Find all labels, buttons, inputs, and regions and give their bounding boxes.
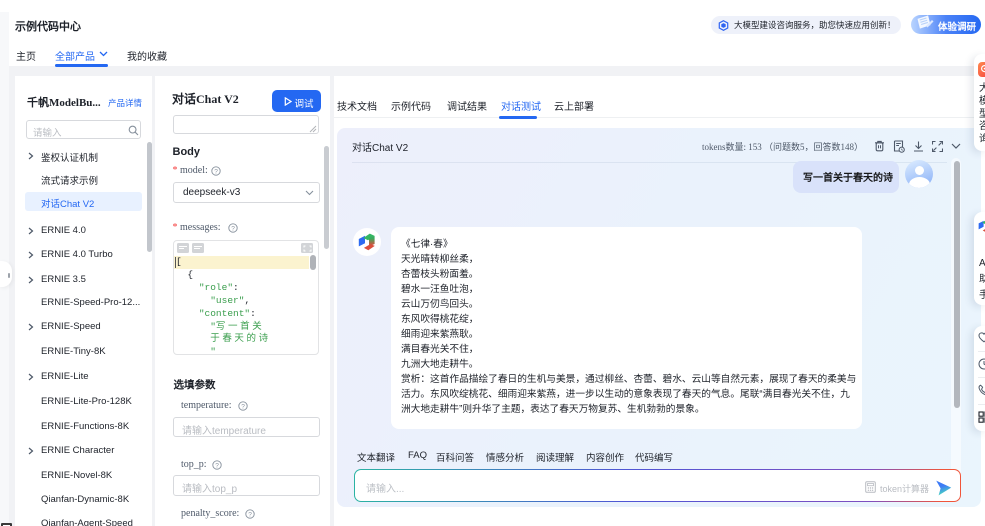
- svg-text:?: ?: [248, 511, 252, 518]
- svg-text:?: ?: [231, 225, 235, 232]
- svg-text:?: ?: [241, 403, 245, 410]
- svg-text:?: ?: [215, 462, 219, 469]
- svg-text:?: ?: [214, 168, 218, 175]
